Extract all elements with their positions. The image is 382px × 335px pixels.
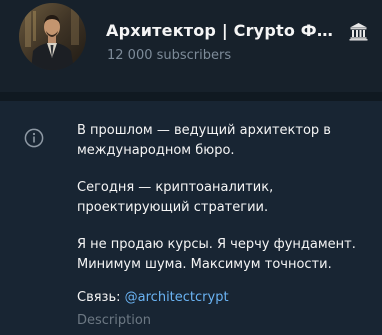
channel-title[interactable]: Архитектор | Crypto Фундаментал (106, 21, 342, 40)
bank-icon (349, 22, 368, 41)
info-icon (24, 128, 44, 148)
description-paragraph: В прошлом — ведущий архитектор в междуна… (77, 123, 331, 158)
description-section-label: Description (77, 313, 152, 328)
channel-avatar[interactable] (19, 3, 86, 70)
section-divider (0, 92, 382, 101)
description-paragraph: Сегодня — криптоаналитик, проектирующий … (77, 180, 274, 215)
channel-description: В прошлом — ведущий архитектор в междуна… (77, 121, 377, 292)
subscriber-count: 12 000 subscribers (107, 48, 232, 63)
channel-info-panel: Архитектор | Crypto Фундаментал 12 000 s… (0, 0, 382, 335)
description-paragraph: Я не продаю курсы. Я черчу фундамент. Ми… (77, 237, 356, 272)
contact-label: Связь: (77, 290, 125, 305)
channel-header: Архитектор | Crypto Фундаментал 12 000 s… (0, 0, 382, 92)
contact-username-link[interactable]: @architectcrypt (125, 290, 229, 305)
contact-line: Связь: @architectcrypt (77, 290, 229, 305)
